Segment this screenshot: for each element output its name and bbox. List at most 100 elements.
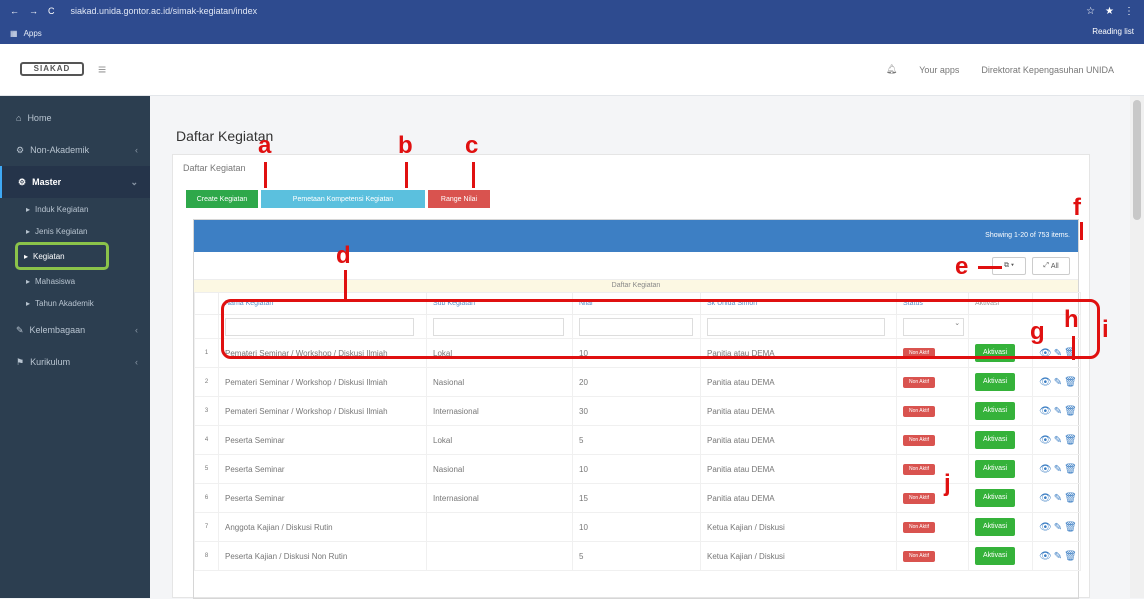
aktivasi-button[interactable]: Aktivasi xyxy=(975,489,1015,507)
delete-trash-icon[interactable]: 🗑︎ xyxy=(1064,493,1079,504)
aktivasi-button[interactable]: Aktivasi xyxy=(975,373,1015,391)
delete-trash-icon[interactable]: 🗑︎ xyxy=(1064,377,1079,388)
grid-header: Showing 1-20 of 753 items. xyxy=(194,220,1078,252)
forward-icon[interactable]: → xyxy=(29,6,38,16)
status-badge: Non Aktif xyxy=(903,493,935,504)
star-icon[interactable]: ☆ xyxy=(1086,6,1095,17)
address-bar[interactable]: siakad.unida.gontor.ac.id/simak-kegiatan… xyxy=(71,6,258,16)
cell-sub: Lokal xyxy=(426,425,573,455)
user-menu[interactable]: Direktorat Kepengasuhan UNIDA xyxy=(981,65,1114,75)
sidebar-sublabel: Mahasiswa xyxy=(35,276,76,286)
aktivasi-button[interactable]: Aktivasi xyxy=(975,402,1015,420)
sidebar-item-kurikulum[interactable]: ⚑ Kurikulum ‹ xyxy=(0,346,150,378)
cell-aktivasi: Aktivasi xyxy=(968,367,1033,397)
edit-pencil-icon[interactable]: ✎ xyxy=(1054,406,1064,417)
chevron-left-icon: ‹ xyxy=(135,325,138,335)
row-number: 2 xyxy=(194,367,219,397)
cell-actions: 👁︎✎🗑︎ xyxy=(1032,454,1081,484)
cell-status: Non Aktif xyxy=(896,483,969,513)
delete-trash-icon[interactable]: 🗑︎ xyxy=(1064,522,1079,533)
view-eye-icon[interactable]: 👁︎ xyxy=(1039,522,1054,533)
sidebar-sublabel: Tahun Akademik xyxy=(35,298,94,308)
row-number: 8 xyxy=(194,541,219,571)
browser-toolbar: ← → C siakad.unida.gontor.ac.id/simak-ke… xyxy=(0,0,1144,22)
annotation-label-e: e xyxy=(955,253,969,280)
aktivasi-button[interactable]: Aktivasi xyxy=(975,431,1015,449)
sidebar-item-non-akademik[interactable]: ⚙ Non-Akademik ‹ xyxy=(0,134,150,166)
menu-dots-icon[interactable]: ⋮ xyxy=(1124,6,1134,17)
annotation-arrow-e xyxy=(978,266,1002,269)
view-eye-icon[interactable]: 👁︎ xyxy=(1039,551,1054,562)
sidebar-item-master[interactable]: ⚙ Master ⌄ xyxy=(0,166,150,198)
book-icon: ⚑ xyxy=(16,356,25,367)
cell-aktivasi: Aktivasi xyxy=(968,483,1033,513)
range-nilai-button[interactable]: Range Nilai xyxy=(428,190,490,208)
cell-sk: Panitia atau DEMA xyxy=(700,396,897,426)
cell-sk: Panitia atau DEMA xyxy=(700,483,897,513)
page-scrollbar[interactable] xyxy=(1130,96,1144,598)
sidebar-label: Master xyxy=(32,177,62,187)
bookmark-apps[interactable]: Apps xyxy=(24,29,42,38)
sidebar-item-home[interactable]: ⌂ Home xyxy=(0,102,150,134)
row-number: 3 xyxy=(194,396,219,426)
chevron-left-icon: ‹ xyxy=(135,357,138,367)
cell-sk: Panitia atau DEMA xyxy=(700,367,897,397)
view-eye-icon[interactable]: 👁︎ xyxy=(1039,406,1054,417)
aktivasi-button[interactable]: Aktivasi xyxy=(975,547,1015,565)
pemetaan-kompetensi-button[interactable]: Pemetaan Kompetensi Kegiatan xyxy=(261,190,425,208)
view-eye-icon[interactable]: 👁︎ xyxy=(1039,435,1054,446)
show-all-button[interactable]: ⤢ All xyxy=(1032,257,1070,275)
delete-trash-icon[interactable]: 🗑︎ xyxy=(1064,406,1079,417)
delete-trash-icon[interactable]: 🗑︎ xyxy=(1064,435,1079,446)
reload-icon[interactable]: C xyxy=(48,6,55,16)
apps-menu[interactable]: Your apps xyxy=(919,65,959,75)
edit-pencil-icon[interactable]: ✎ xyxy=(1054,522,1064,533)
cell-actions: 👁︎✎🗑︎ xyxy=(1032,367,1081,397)
edit-pencil-icon[interactable]: ✎ xyxy=(1054,493,1064,504)
view-eye-icon[interactable]: 👁︎ xyxy=(1039,493,1054,504)
extension-icon[interactable]: ★ xyxy=(1105,6,1114,17)
cell-nilai: 15 xyxy=(572,483,701,513)
cell-aktivasi: Aktivasi xyxy=(968,396,1033,426)
sidebar-subitem-kegiatan[interactable]: ▸ Kegiatan xyxy=(15,242,109,270)
edit-pencil-icon[interactable]: ✎ xyxy=(1054,464,1064,475)
delete-trash-icon[interactable]: 🗑︎ xyxy=(1064,551,1079,562)
view-eye-icon[interactable]: 👁︎ xyxy=(1039,377,1054,388)
edit-pencil-icon[interactable]: ✎ xyxy=(1054,435,1064,446)
apps-grid-icon: ▦ xyxy=(10,28,18,38)
status-badge: Non Aktif xyxy=(903,522,935,533)
cell-nama: Peserta Seminar xyxy=(218,483,427,513)
cell-actions: 👁︎✎🗑︎ xyxy=(1032,541,1081,571)
table-row: 3 Pemateri Seminar / Workshop / Diskusi I… xyxy=(194,396,1081,426)
table-row: 2 Pemateri Seminar / Workshop / Diskusi I… xyxy=(194,367,1081,397)
chevron-left-icon: ‹ xyxy=(135,145,138,155)
sidebar-sublabel: Induk Kegiatan xyxy=(35,204,89,214)
aktivasi-button[interactable]: Aktivasi xyxy=(975,460,1015,478)
chevron-down-icon: ⌄ xyxy=(130,176,138,187)
cell-actions: 👁︎✎🗑︎ xyxy=(1032,396,1081,426)
browser-actions: ☆ ★ ⋮ xyxy=(1086,6,1134,17)
sidebar-subitem-tahun-akademik[interactable]: ▸ Tahun Akademik xyxy=(0,292,150,314)
view-eye-icon[interactable]: 👁︎ xyxy=(1039,464,1054,475)
table-body: 1 Pemateri Seminar / Workshop / Diskusi I… xyxy=(194,338,1081,571)
grid-caption: Daftar Kegiatan xyxy=(194,280,1078,292)
pencil-icon: ✎ xyxy=(16,324,24,335)
sidebar-item-kelembagaan[interactable]: ✎ Kelembagaan ‹ xyxy=(0,314,150,346)
reading-list[interactable]: Reading list xyxy=(1092,27,1134,36)
sidebar-subitem-mahasiswa[interactable]: ▸ Mahasiswa xyxy=(0,270,150,292)
delete-trash-icon[interactable]: 🗑︎ xyxy=(1064,464,1079,475)
back-icon[interactable]: ← xyxy=(10,6,19,16)
scrollbar-thumb[interactable] xyxy=(1133,100,1141,220)
create-kegiatan-button[interactable]: Create Kegiatan xyxy=(186,190,258,208)
sidebar-subitem-jenis-kegiatan[interactable]: ▸ Jenis Kegiatan xyxy=(0,220,150,242)
cell-actions: 👁︎✎🗑︎ xyxy=(1032,425,1081,455)
aktivasi-button[interactable]: Aktivasi xyxy=(975,518,1015,536)
bell-icon[interactable]: 🔔︎ xyxy=(886,64,897,75)
hamburger-icon[interactable]: ≡ xyxy=(98,61,106,77)
sidebar-subitem-induk-kegiatan[interactable]: ▸ Induk Kegiatan xyxy=(0,198,150,220)
bookmarks-bar: ▦ Apps xyxy=(0,22,1144,44)
edit-pencil-icon[interactable]: ✎ xyxy=(1054,551,1064,562)
edit-pencil-icon[interactable]: ✎ xyxy=(1054,377,1064,388)
app-logo[interactable]: SIAKAD xyxy=(20,62,84,76)
sidebar-label: Non-Akademik xyxy=(30,145,90,155)
